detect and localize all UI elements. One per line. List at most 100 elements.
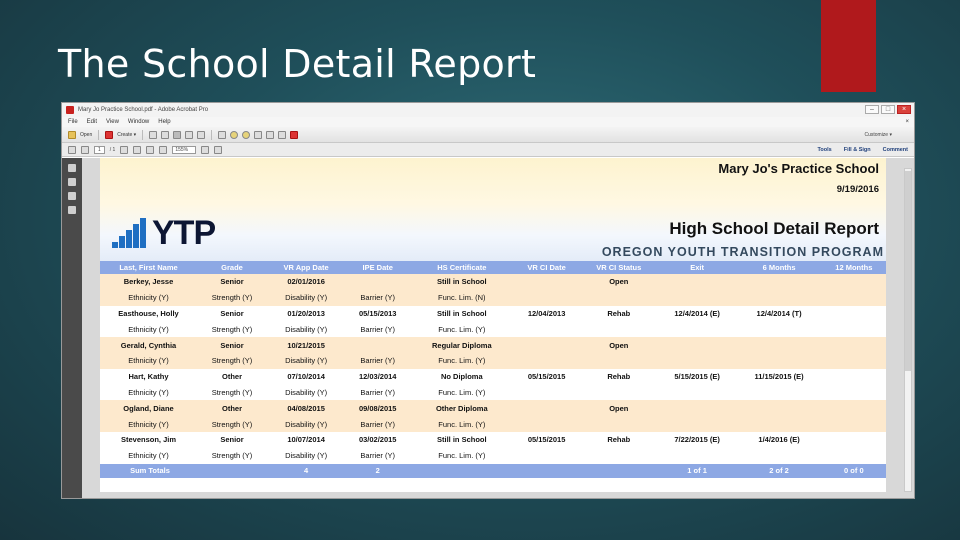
settings-icon[interactable] <box>218 130 227 139</box>
scrollbar-thumb[interactable] <box>905 171 911 371</box>
menu-window[interactable]: Window <box>128 119 149 125</box>
edit-icon[interactable] <box>185 130 194 139</box>
table-cell: Still in School <box>410 431 514 448</box>
table-cell: Disability (Y) <box>267 289 346 306</box>
signatures-icon[interactable] <box>68 192 76 200</box>
prev-page-icon[interactable] <box>68 145 76 154</box>
bookmarks-icon[interactable] <box>68 178 76 186</box>
share-icon[interactable] <box>230 130 239 139</box>
page-thumbnails-icon[interactable] <box>68 164 76 172</box>
table-cell <box>821 447 886 464</box>
report-date: 9/19/2016 <box>836 184 879 195</box>
print-icon[interactable] <box>173 130 182 139</box>
table-cell <box>821 368 886 385</box>
tab-tools[interactable]: Tools <box>817 147 831 153</box>
school-name: Mary Jo's Practice School <box>718 161 879 176</box>
close-document-icon[interactable]: × <box>905 119 909 125</box>
fit-page-icon[interactable] <box>201 145 210 154</box>
next-page-icon[interactable] <box>81 145 89 154</box>
zoom-in-icon[interactable] <box>159 145 168 154</box>
export-icon[interactable] <box>290 130 299 139</box>
logo-blocks <box>112 216 150 248</box>
table-cell <box>513 447 580 464</box>
zoom-out-icon[interactable] <box>146 145 155 154</box>
report-header: Mary Jo's Practice School 9/19/2016 YTP … <box>100 158 886 261</box>
menu-edit[interactable]: Edit <box>87 119 97 125</box>
tab-comment[interactable]: Comment <box>883 147 908 153</box>
create-pdf-icon[interactable] <box>105 130 114 139</box>
stamp-icon[interactable] <box>266 130 275 139</box>
table-cell: Barrier (Y) <box>345 352 411 369</box>
fit-width-icon[interactable] <box>214 145 223 154</box>
table-header-row: Last, First Name Grade VR App Date IPE D… <box>100 261 886 274</box>
page-total: / 1 <box>109 146 116 153</box>
table-cell <box>579 384 658 401</box>
select-tool-icon[interactable] <box>120 145 129 154</box>
table-cell: Strength (Y) <box>197 416 268 432</box>
table-cell: 12/03/2014 <box>345 368 411 385</box>
table-cell: Strength (Y) <box>197 289 268 306</box>
open-button[interactable]: Open <box>80 132 92 138</box>
redact-icon[interactable] <box>278 130 287 139</box>
table-row: Ethnicity (Y) Strength (Y) Disability (Y) B… <box>100 384 886 401</box>
table-cell <box>513 384 580 401</box>
table-cell <box>736 384 822 401</box>
email-icon[interactable] <box>197 130 206 139</box>
program-name: OREGON YOUTH TRANSITION PROGRAM <box>601 245 884 259</box>
vertical-scrollbar[interactable] <box>904 168 912 492</box>
table-cell: Still in School <box>410 305 514 322</box>
table-row: Ethnicity (Y) Strength (Y) Disability (Y) B… <box>100 447 886 464</box>
table-cell: Open <box>579 274 658 290</box>
table-cell <box>821 384 886 401</box>
menu-view[interactable]: View <box>106 119 119 125</box>
table-cell <box>657 352 737 369</box>
table-row: Ethnicity (Y) Strength (Y) Disability (Y) B… <box>100 416 886 432</box>
table-cell: 03/02/2015 <box>345 431 411 448</box>
close-button[interactable]: × <box>897 105 911 114</box>
tab-fill-sign[interactable]: Fill & Sign <box>844 147 871 153</box>
hand-tool-icon[interactable] <box>133 145 142 154</box>
table-cell: Still in School <box>410 274 514 290</box>
table-cell: 5/15/2015 (E) <box>657 368 737 385</box>
table-cell: Ethnicity (Y) <box>100 416 197 432</box>
table-cell: Barrier (Y) <box>345 447 411 464</box>
table-row: Ethnicity (Y) Strength (Y) Disability (Y) B… <box>100 289 886 306</box>
window-title: Mary Jo Practice School.pdf - Adobe Acro… <box>78 107 209 113</box>
table-cell: No Diploma <box>410 368 514 385</box>
col-hs-certificate: HS Certificate <box>410 261 514 274</box>
table-cell: Rehab <box>579 431 658 448</box>
menu-help[interactable]: Help <box>158 119 170 125</box>
create-button[interactable]: Create ▾ <box>117 132 136 138</box>
table-cell: Other <box>197 400 268 417</box>
table-row: Ogland, Diane Other 04/08/2015 09/08/2015 Ot… <box>100 400 886 417</box>
pdf-page: Mary Jo's Practice School 9/19/2016 YTP … <box>100 158 886 492</box>
table-row: Gerald, Cynthia Senior 10/21/2015 Regular D… <box>100 337 886 353</box>
comment-icon[interactable] <box>242 130 251 139</box>
table-cell: 1/4/2016 (E) <box>736 431 822 448</box>
upload-icon[interactable] <box>161 130 170 139</box>
table-cell: Ethnicity (Y) <box>100 384 197 401</box>
table-cell: Barrier (Y) <box>345 289 411 306</box>
table-cell <box>410 463 514 478</box>
table-cell <box>513 463 580 478</box>
table-cell: Senior <box>197 337 268 353</box>
toolbar-divider <box>211 129 213 140</box>
folder-icon[interactable] <box>68 130 76 139</box>
zoom-select[interactable]: 155% <box>172 145 197 154</box>
attachments-icon[interactable] <box>68 206 76 214</box>
maximize-button[interactable]: □ <box>881 105 895 114</box>
table-cell: Regular Diploma <box>410 337 514 353</box>
navigation-toolbar: 1 / 1 155% Tools Fill & Sign Comment <box>62 143 914 157</box>
customize-button[interactable]: Customize ▾ <box>864 132 892 138</box>
attach-icon[interactable] <box>254 130 263 139</box>
acrobat-window: Mary Jo Practice School.pdf - Adobe Acro… <box>61 102 915 499</box>
table-cell <box>821 416 886 432</box>
minimize-button[interactable]: – <box>865 105 879 114</box>
save-icon[interactable] <box>149 130 158 139</box>
table-cell <box>345 337 411 353</box>
table-cell <box>579 321 658 338</box>
table-cell: Func. Lim. (Y) <box>410 416 514 432</box>
menu-file[interactable]: File <box>68 119 78 125</box>
page-number-input[interactable]: 1 <box>94 145 105 154</box>
table-cell <box>579 447 658 464</box>
